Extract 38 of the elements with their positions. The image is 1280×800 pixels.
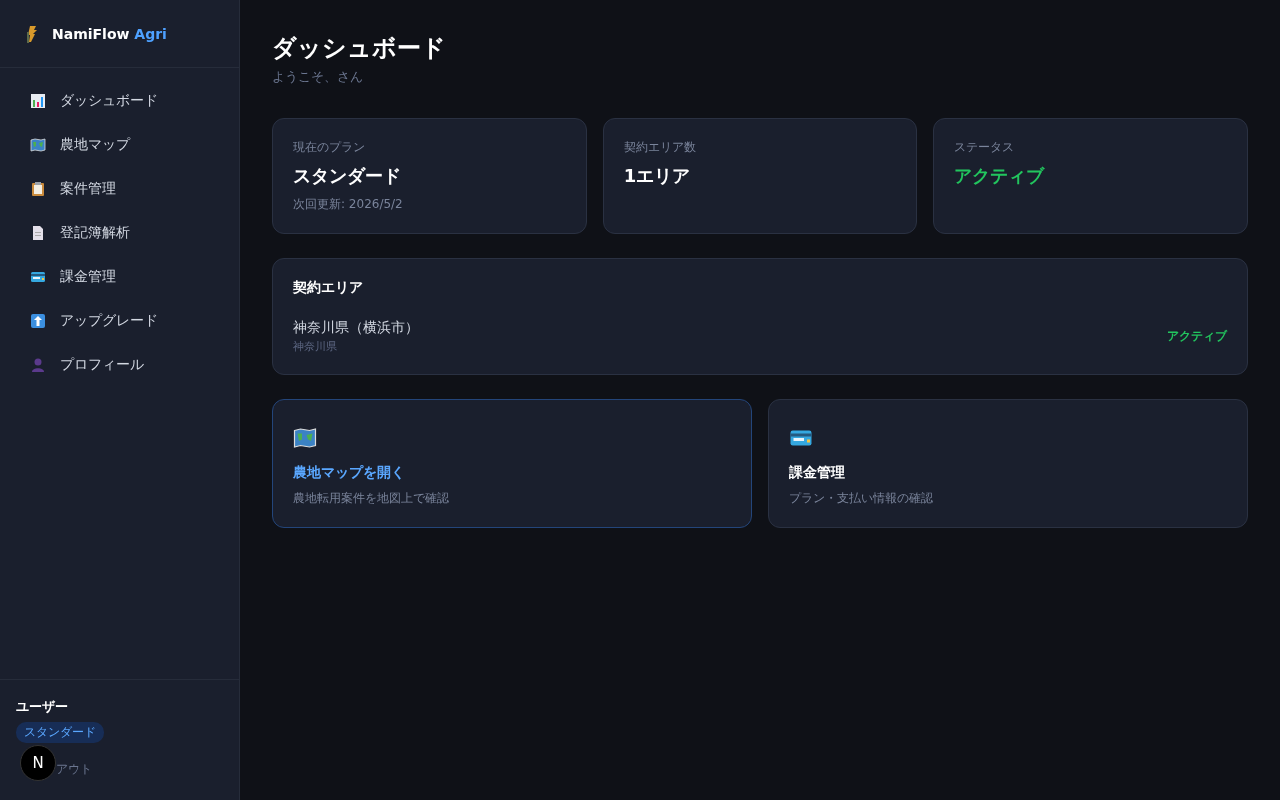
plan-badge: スタンダード	[16, 722, 104, 743]
area-prefecture: 神奈川県	[293, 339, 338, 354]
nav-item[interactable]: ダッシュボード	[16, 83, 223, 119]
nav-item[interactable]: 案件管理	[16, 171, 223, 207]
stat-label: 契約エリア数	[623, 139, 697, 156]
stat-label: ステータス	[954, 139, 1016, 156]
action-title: 農地マップを開く	[293, 464, 406, 482]
bar-chart-icon	[30, 93, 46, 109]
map-icon	[30, 137, 46, 153]
welcome-text: ようこそ、さん	[272, 68, 364, 86]
user-name: ユーザー	[16, 698, 68, 716]
nav-item[interactable]: プロフィール	[16, 347, 223, 383]
nav-item[interactable]: 課金管理	[16, 259, 223, 295]
area-name: 神奈川県（横浜市）	[293, 319, 419, 337]
area-status: アクティブ	[1167, 328, 1227, 345]
nav-item[interactable]: 農地マップ	[16, 127, 223, 163]
nav-item[interactable]: アップグレード	[16, 303, 223, 339]
document-icon	[30, 225, 46, 241]
person-icon	[30, 357, 46, 373]
action-title: 課金管理	[789, 464, 846, 482]
section-title: 契約エリア	[293, 279, 364, 297]
stat-value: アクティブ	[954, 164, 1046, 188]
clipboard-icon	[30, 181, 46, 197]
stat-value: 1エリア	[623, 164, 692, 188]
dev-indicator-button[interactable]: N	[20, 745, 56, 781]
stat-note: 次回更新: 2026/5/2	[293, 196, 404, 213]
logout-link[interactable]: アウト	[56, 761, 92, 778]
map-icon	[293, 426, 317, 450]
brand-name: NamiFlow Agri	[52, 25, 167, 42]
nav-item[interactable]: 登記簿解析	[16, 215, 223, 251]
action-description: プラン・支払い情報の確認	[789, 490, 934, 507]
stat-label: 現在のプラン	[293, 139, 366, 156]
action-card[interactable]: 課金管理 プラン・支払い情報の確認	[768, 399, 1248, 528]
stat-value: スタンダード	[293, 164, 402, 188]
page-title: ダッシュボード	[272, 33, 447, 64]
action-description: 農地転用案件を地図上で確認	[293, 490, 450, 507]
action-card[interactable]: 農地マップを開く 農地転用案件を地図上で確認	[272, 399, 752, 528]
credit-card-icon	[30, 269, 46, 285]
